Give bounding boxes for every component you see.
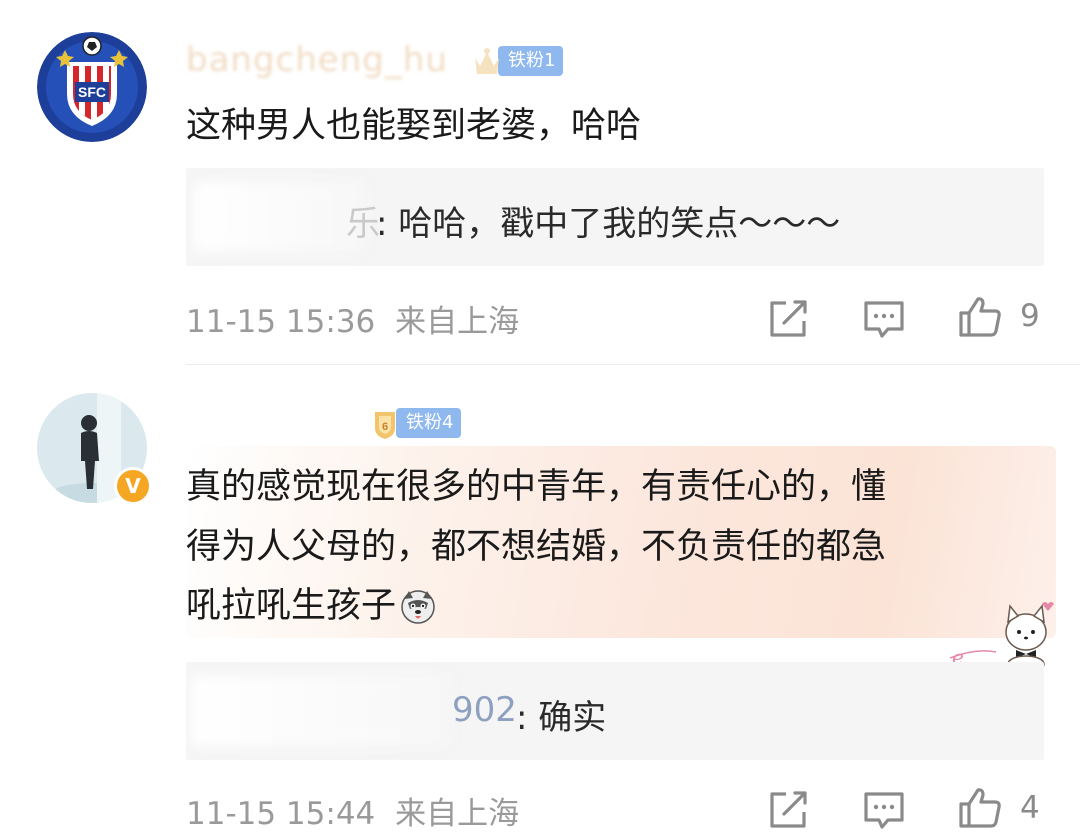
like-count: 4 bbox=[1020, 790, 1040, 826]
comment-feed: SFC bangcheng_hu 铁粉1 这种男人也能娶到老婆，哈哈 乐 : 哈… bbox=[0, 0, 1080, 836]
reply-text: : 确实 bbox=[516, 698, 607, 738]
comment-icon[interactable] bbox=[862, 788, 906, 832]
fan-badge-label: 铁粉1 bbox=[498, 46, 564, 76]
fan-badge[interactable]: 6 铁粉4 bbox=[370, 406, 462, 440]
reply-preview[interactable]: 902 : 确实 bbox=[186, 662, 1044, 760]
divider bbox=[186, 364, 1080, 365]
thumbs-up-icon[interactable] bbox=[958, 786, 1002, 830]
timestamp: 11-15 15:36 bbox=[186, 304, 376, 340]
reply-author[interactable]: 902 bbox=[452, 690, 517, 730]
comment-meta: 11-15 15:44 来自上海 bbox=[186, 788, 519, 833]
crown-icon bbox=[475, 48, 499, 74]
comment-text: 这种男人也能娶到老婆，哈哈 bbox=[186, 106, 642, 146]
share-icon[interactable] bbox=[766, 297, 810, 341]
svg-text:6: 6 bbox=[382, 421, 388, 433]
reply-blurred-name bbox=[194, 182, 364, 252]
reply-text: : 哈哈，戳中了我的笑点～～～ bbox=[376, 204, 841, 244]
avatar[interactable]: SFC bbox=[37, 32, 147, 142]
thumbs-up-icon[interactable] bbox=[958, 295, 1002, 339]
fan-badge[interactable]: 铁粉1 bbox=[472, 44, 564, 78]
comment-text-line-3-label: 吼拉吼生孩子 bbox=[186, 586, 397, 626]
svg-text:SFC: SFC bbox=[78, 84, 106, 100]
username[interactable]: bangcheng_hu bbox=[186, 40, 448, 80]
timestamp: 11-15 15:44 bbox=[186, 796, 376, 832]
husky-emoji-icon bbox=[401, 590, 435, 624]
comment-text-line-1: 真的感觉现在很多的中青年，有责任心的，懂 bbox=[186, 467, 887, 507]
fan-medal-icon: 6 bbox=[375, 412, 395, 439]
sfc-club-logo: SFC bbox=[37, 32, 147, 142]
share-icon[interactable] bbox=[766, 788, 810, 832]
comment-meta: 11-15 15:36 来自上海 bbox=[186, 296, 519, 341]
comment-text-line-2: 得为人父母的，都不想结婚，不负责任的都急 bbox=[186, 527, 887, 567]
comment-icon[interactable] bbox=[862, 297, 906, 341]
reply-author[interactable]: 乐 bbox=[346, 196, 380, 245]
reply-blurred-name bbox=[192, 676, 448, 746]
location: 来自上海 bbox=[395, 304, 520, 340]
location: 来自上海 bbox=[395, 796, 520, 832]
comment-text-line-3: 吼拉吼生孩子 bbox=[186, 585, 436, 627]
verified-icon: V bbox=[114, 467, 152, 505]
reply-preview[interactable]: 乐 : 哈哈，戳中了我的笑点～～～ bbox=[186, 168, 1044, 266]
like-count: 9 bbox=[1020, 298, 1040, 334]
fan-badge-label: 铁粉4 bbox=[396, 408, 462, 438]
